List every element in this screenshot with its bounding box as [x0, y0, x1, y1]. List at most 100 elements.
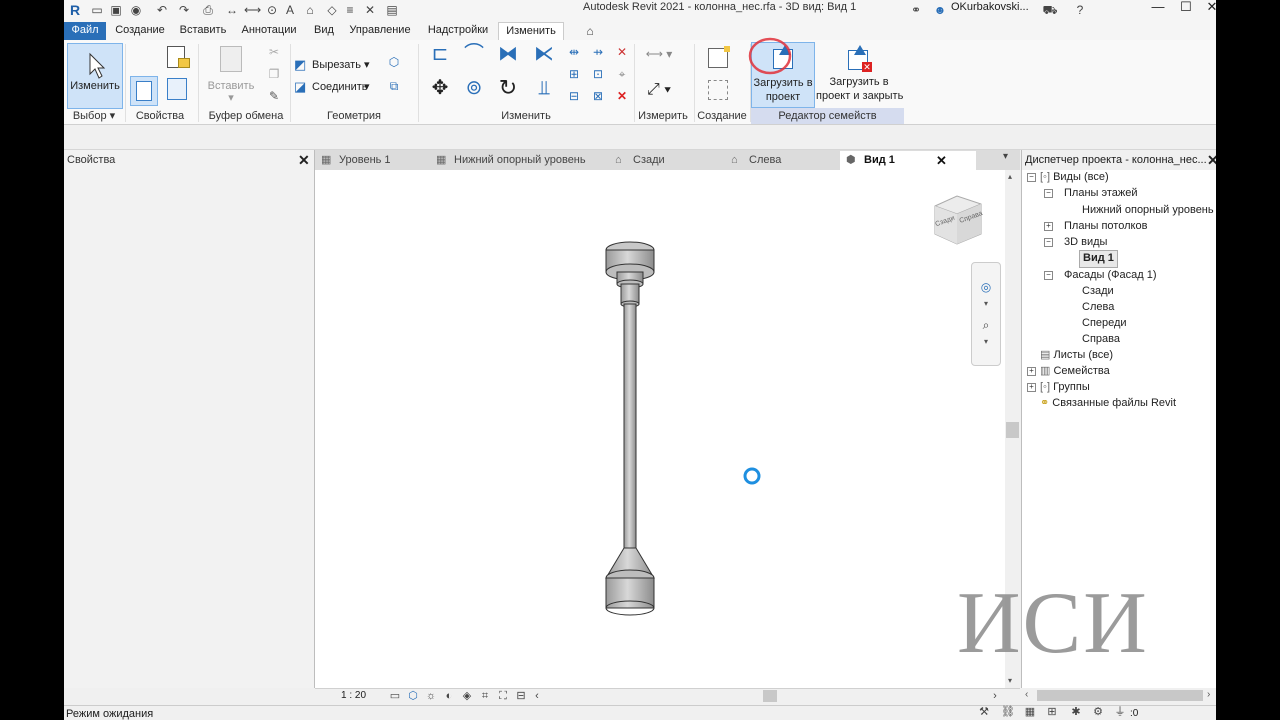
copy-icon[interactable]: ❐: [266, 66, 282, 82]
aligned-dimension-icon[interactable]: ⤢ ▾: [642, 82, 676, 98]
mirror-draw-icon[interactable]: ⧔: [532, 44, 556, 70]
tab-manage[interactable]: Управление: [347, 22, 413, 40]
join-geometry-button[interactable]: ◪ Соединить ▾: [294, 78, 374, 96]
visual-style-icon[interactable]: ⬡: [405, 688, 421, 704]
tree-view-1[interactable]: Вид 1: [1079, 250, 1118, 268]
tree-elev-left[interactable]: Слева: [1082, 299, 1114, 315]
wall-joins-icon[interactable]: ⬡: [386, 54, 402, 70]
family-category-button[interactable]: [164, 76, 190, 104]
zoom-icon[interactable]: ⌕: [978, 317, 994, 333]
redo-icon[interactable]: ↷: [176, 2, 192, 18]
array-icon[interactable]: ⊞: [566, 66, 582, 82]
crop-icon[interactable]: ⌗: [477, 688, 493, 704]
tag-icon[interactable]: ⊙: [264, 2, 280, 18]
tree-elev-front[interactable]: Спереди: [1082, 315, 1127, 331]
close-window-button[interactable]: ✕: [1198, 0, 1216, 16]
scroll-left-icon[interactable]: ‹: [529, 688, 545, 704]
copy-element-icon[interactable]: ⊚: [462, 78, 486, 104]
tree-elev-back[interactable]: Сзади: [1082, 283, 1114, 299]
measure-between-icon[interactable]: ⟷ ▾: [642, 46, 676, 62]
tab-create[interactable]: Создание: [112, 22, 168, 40]
scroll-right-icon[interactable]: ›: [987, 688, 1003, 704]
create-similar-button[interactable]: [704, 46, 734, 74]
split-gap-icon[interactable]: ⇸: [590, 44, 606, 60]
delete-icon[interactable]: ✕: [614, 88, 630, 104]
tree-views-all[interactable]: [◦] Виды (все): [1040, 169, 1109, 185]
user-icon[interactable]: ☻: [932, 2, 948, 18]
tab-left[interactable]: ⌂ Слева: [725, 151, 843, 170]
browser-horizontal-scrollbar[interactable]: ‹ ›: [1021, 688, 1216, 704]
user-name[interactable]: OKurbakovski...: [951, 0, 1029, 14]
unpin-grey-icon[interactable]: ⌖: [614, 66, 630, 82]
tree-collapse-icon[interactable]: −: [1027, 173, 1036, 182]
tree-expand-icon[interactable]: +: [1044, 222, 1053, 231]
minimize-button[interactable]: —: [1144, 0, 1172, 16]
split-face-icon[interactable]: ⧉: [386, 78, 402, 94]
tree-3d-views[interactable]: 3D виды: [1064, 234, 1107, 250]
tree-linked-files[interactable]: ⚭ Связанные файлы Revit: [1040, 395, 1176, 411]
select-links-icon[interactable]: ⛓: [1000, 704, 1016, 720]
dimension-icon[interactable]: ⟷: [244, 2, 261, 18]
scale-icon[interactable]: ⊟: [566, 88, 582, 104]
binoculars-icon[interactable]: ⚭: [908, 2, 924, 18]
render-icon[interactable]: ◈: [459, 688, 475, 704]
column-model[interactable]: [605, 241, 655, 616]
text-icon[interactable]: A: [282, 2, 298, 18]
view-scale[interactable]: 1 : 20: [341, 690, 366, 701]
worksets-icon[interactable]: ⚒: [976, 704, 992, 720]
load-into-project-and-close-button[interactable]: ✕ Загрузить в проект и закрыть: [816, 42, 903, 106]
tree-groups[interactable]: [◦] Группы: [1040, 379, 1090, 395]
trim-icon[interactable]: ⫫: [532, 78, 556, 104]
close-hidden-icon[interactable]: ✕: [362, 2, 378, 18]
tab-ref-level[interactable]: ▦ Нижний опорный уровень: [430, 151, 618, 170]
filter-icon[interactable]: ⏚: [1112, 704, 1128, 720]
cut-geometry-button[interactable]: ◩ Вырезать ▾: [294, 56, 374, 74]
pin-icon[interactable]: ⊡: [590, 66, 606, 82]
lock-3d-icon[interactable]: ⛶: [495, 688, 511, 704]
cut-icon[interactable]: ✂: [266, 44, 282, 60]
select-pinned-icon[interactable]: ⊞: [1044, 704, 1060, 720]
tree-floor-plans[interactable]: Планы этажей: [1064, 185, 1138, 201]
tab-level-1[interactable]: ▦ Уровень 1: [315, 151, 430, 170]
steering-wheel-icon[interactable]: ◎: [978, 279, 994, 295]
create-group-button[interactable]: [704, 78, 734, 104]
project-browser-close-icon[interactable]: ✕: [1207, 150, 1216, 170]
select-underlay-icon[interactable]: ▦: [1022, 704, 1038, 720]
detail-level-icon[interactable]: ▭: [387, 688, 403, 704]
tab-modify[interactable]: Изменить: [498, 22, 564, 41]
3d-view-icon[interactable]: ⌂: [302, 2, 318, 18]
measure-icon[interactable]: ↔: [224, 2, 240, 18]
cart-icon[interactable]: ⛟: [1042, 2, 1058, 18]
save-icon[interactable]: ▣: [108, 2, 124, 18]
panel-select-label[interactable]: Выбор ▾: [66, 108, 122, 124]
tab-view[interactable]: Вид: [309, 22, 339, 40]
tree-families[interactable]: ▥ Семейства: [1040, 363, 1110, 379]
shadows-icon[interactable]: ◐: [441, 688, 457, 704]
tab-view-1[interactable]: ⬢ Вид 1 ✕: [840, 151, 976, 170]
tree-collapse-icon[interactable]: −: [1044, 189, 1053, 198]
modify-button[interactable]: Изменить: [67, 43, 123, 109]
unpin-icon[interactable]: ⊠: [590, 88, 606, 104]
switch-windows-icon[interactable]: ▤: [384, 2, 400, 18]
rotate-icon[interactable]: ↻: [496, 77, 520, 104]
tab-addins[interactable]: Надстройки: [425, 22, 491, 40]
view-cube[interactable]: Сзади Справа: [927, 188, 987, 248]
help-icon[interactable]: ?: [1072, 2, 1088, 18]
vertical-scroll-thumb[interactable]: [1006, 422, 1019, 438]
paste-button[interactable]: Вставить ▾: [204, 44, 258, 104]
sync-icon[interactable]: ◉: [128, 2, 144, 18]
close-tab-icon[interactable]: ✕: [936, 151, 947, 170]
tab-insert[interactable]: Вставить: [175, 22, 231, 40]
hide-isolate-icon[interactable]: ⊟: [513, 688, 529, 704]
horizontal-scroll-thumb[interactable]: [763, 690, 777, 702]
tab-annotate[interactable]: Аннотации: [238, 22, 300, 40]
offset-icon[interactable]: ⌒: [462, 44, 486, 70]
open-icon[interactable]: ▭: [89, 2, 105, 18]
align-icon[interactable]: ⊏: [428, 44, 452, 70]
delete-pin-icon[interactable]: ✕: [614, 44, 630, 60]
tab-file[interactable]: Файл: [64, 22, 106, 40]
revit-logo[interactable]: R: [67, 2, 83, 18]
split-icon[interactable]: ⇹: [566, 44, 582, 60]
mirror-axis-icon[interactable]: ⧓: [496, 44, 520, 70]
drawing-canvas[interactable]: Сзади Справа ◎ ▾ ⌕ ▾: [315, 170, 1005, 688]
